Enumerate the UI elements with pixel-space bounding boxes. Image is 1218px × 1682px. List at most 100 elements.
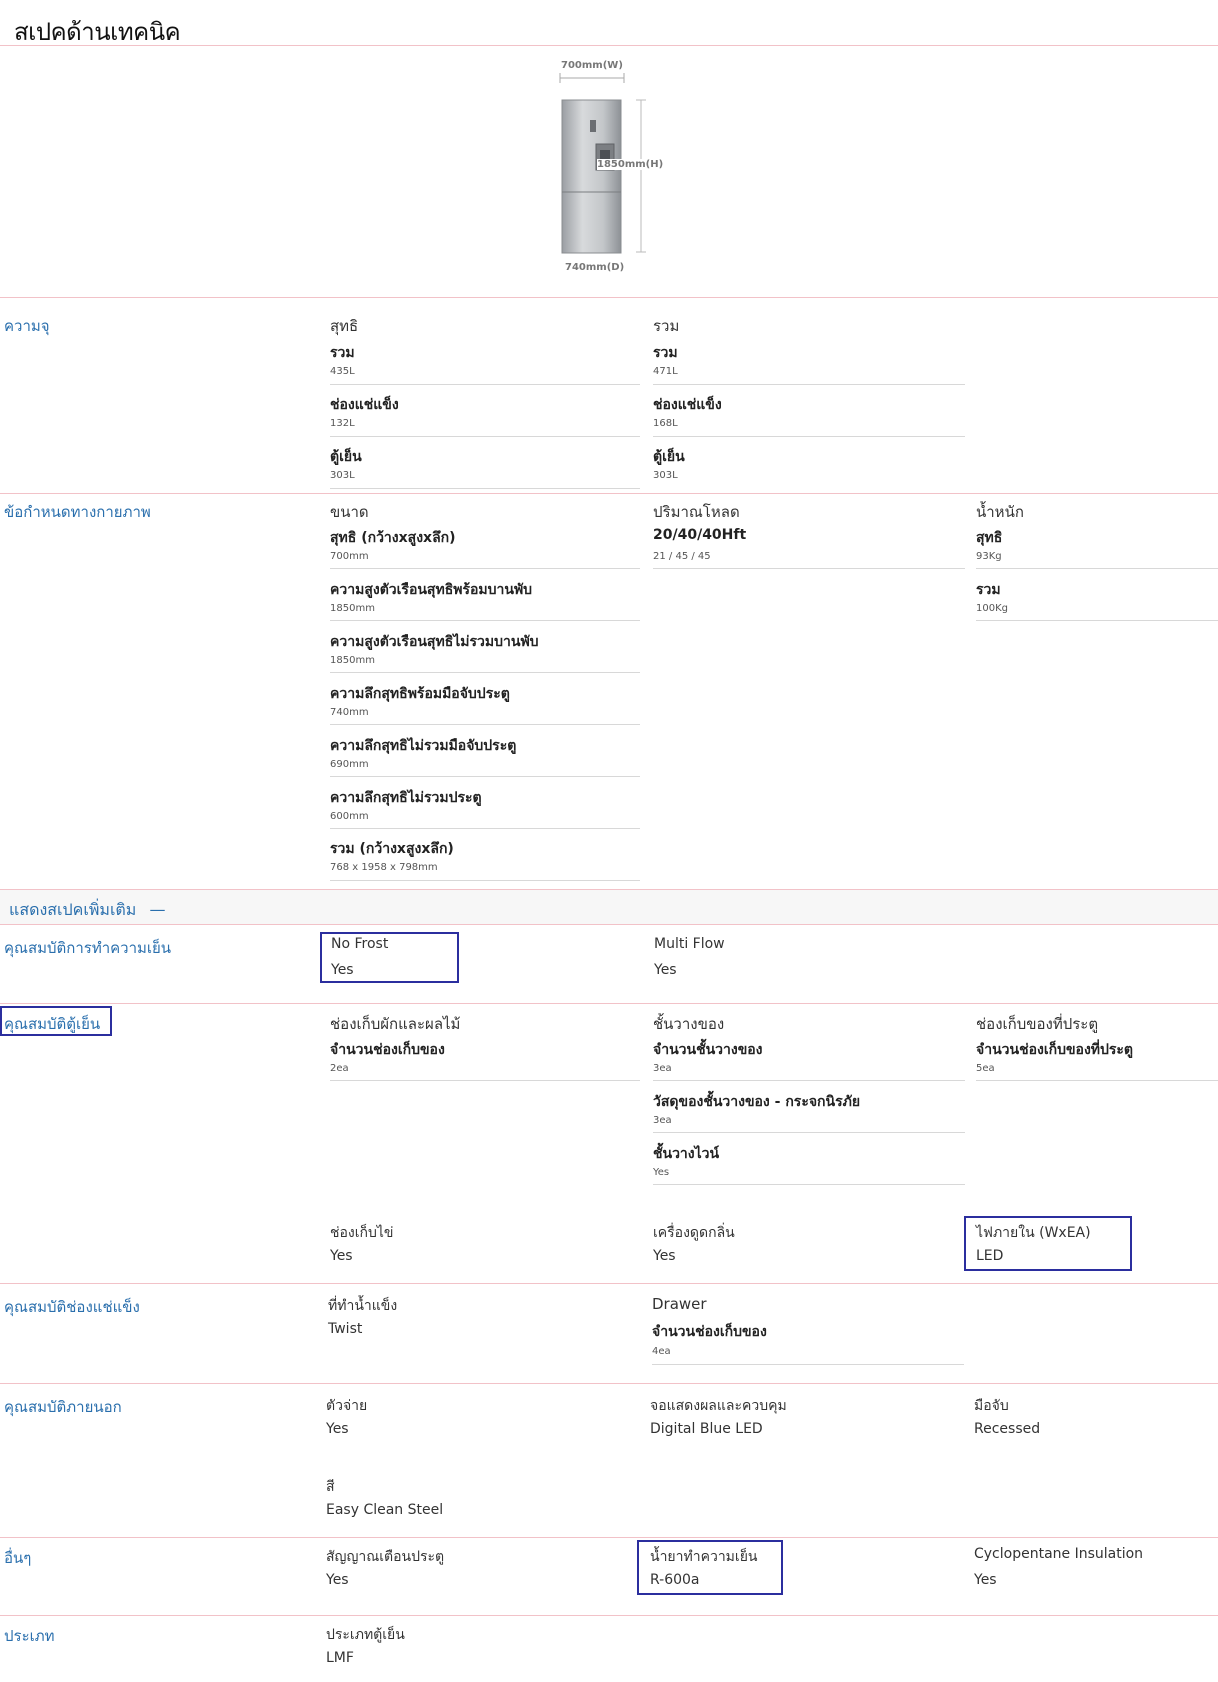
spec-name: ความสูงตัวเรือนสุทธิไม่รวมบานพับ [330, 634, 539, 650]
drawer-heading: Drawer [652, 1295, 707, 1313]
freezer-features-label: คุณสมบัติช่องแช่แข็ง [4, 1298, 140, 1316]
highlight-box [637, 1540, 783, 1595]
weight-heading: น้ำหนัก [976, 503, 1024, 521]
spec-name: ที่ทำน้ำแข็ง [328, 1298, 398, 1314]
spec-name: เครื่องดูดกลิ่น [653, 1225, 735, 1241]
spec-value: 4ea [652, 1346, 671, 1357]
show-more-specs-toggle[interactable]: แสดงสเปคเพิ่มเติม — [9, 898, 165, 923]
divider [330, 1080, 640, 1081]
divider [0, 1537, 1218, 1538]
spec-name: มือจับ [974, 1398, 1009, 1414]
spec-value: 2ea [330, 1063, 349, 1074]
spec-name: ช่องแช่แข็ง [330, 397, 399, 413]
spec-value: Twist [328, 1321, 363, 1337]
spec-name: จำนวนชั้นวางของ [653, 1042, 763, 1058]
spec-name: รวม (กว้างxสูงxลึก) [330, 841, 454, 857]
spec-name: ความสูงตัวเรือนสุทธิพร้อมบานพับ [330, 582, 533, 598]
divider [0, 493, 1218, 494]
divider [0, 297, 1218, 298]
divider [0, 1615, 1218, 1616]
spec-value: Yes [326, 1421, 349, 1437]
shelf-heading: ชั้นวางของ [653, 1015, 725, 1033]
spec-value: Recessed [974, 1421, 1041, 1437]
spec-name: สุทธิ (กว้างxสูงxลึก) [330, 530, 456, 546]
spec-value: 303L [330, 470, 355, 481]
spec-name: จำนวนช่องเก็บของ [330, 1042, 445, 1058]
fridge-drawing [559, 73, 646, 254]
spec-name: รวม [330, 345, 355, 361]
physical-label: ข้อกำหนดทางกายภาพ [4, 503, 151, 521]
spec-name: ช่องแช่แข็ง [653, 397, 722, 413]
spec-value: 700mm [330, 551, 369, 562]
spec-name: สุทธิ [976, 530, 1003, 546]
divider [653, 1132, 965, 1133]
width-label: 700mm(W) [561, 60, 623, 71]
divider [653, 568, 965, 569]
spec-value: Yes [653, 1167, 670, 1178]
spec-value: 5ea [976, 1063, 995, 1074]
divider [0, 1003, 1218, 1004]
cooling-label: คุณสมบัติการทำความเย็น [4, 939, 172, 957]
spec-name: รวม [653, 345, 678, 361]
divider [0, 924, 1218, 925]
spec-name: จอแสดงผลและควบคุม [650, 1398, 787, 1414]
divider [330, 828, 640, 829]
highlight-box [964, 1216, 1132, 1271]
spec-value: 690mm [330, 759, 369, 770]
capacity-label: ความจุ [4, 317, 50, 335]
spec-value: 740mm [330, 707, 369, 718]
height-label: 1850mm(H) [597, 159, 664, 170]
highlight-box [0, 1006, 112, 1036]
divider [330, 672, 640, 673]
divider [0, 1283, 1218, 1284]
divider [976, 1080, 1218, 1081]
divider [0, 1383, 1218, 1384]
spec-name: ความลึกสุทธิไม่รวมประตู [330, 790, 482, 806]
spec-name: ประเภทตู้เย็น [326, 1627, 405, 1643]
divider [330, 620, 640, 621]
spec-value: 303L [653, 470, 678, 481]
collapse-icon: — [149, 900, 166, 919]
divider [653, 384, 965, 385]
spec-value: 1850mm [330, 655, 375, 666]
spec-value: Easy Clean Steel [326, 1502, 444, 1518]
show-more-specs-label: แสดงสเปคเพิ่มเติม [9, 900, 137, 919]
highlight-box [320, 932, 459, 983]
spec-name: สัญญาณเตือนประตู [326, 1549, 445, 1565]
exterior-features-label: คุณสมบัติภายนอก [4, 1398, 122, 1416]
other-label: อื่นๆ [4, 1549, 32, 1567]
spec-value: 3ea [653, 1115, 672, 1126]
spec-value: 471L [653, 366, 678, 377]
spec-name: สี [326, 1479, 335, 1495]
show-more-specs-bar[interactable] [0, 890, 1218, 924]
spec-name: 20/40/40Hft [653, 527, 747, 543]
spec-name: วัสดุของชั้นวางของ - กระจกนิรภัย [653, 1094, 861, 1110]
spec-value: 93Kg [976, 551, 1002, 562]
divider [330, 724, 640, 725]
spec-name: ความลึกสุทธิพร้อมมือจับประตู [330, 686, 510, 702]
spec-value: 435L [330, 366, 355, 377]
veg-heading: ช่องเก็บผักและผลไม้ [330, 1015, 461, 1033]
door-heading: ช่องเก็บของที่ประตู [976, 1015, 1099, 1033]
spec-name: ช่องเก็บไข่ [330, 1225, 394, 1241]
spec-value: Yes [330, 1248, 353, 1264]
spec-value: 768 x 1958 x 798mm [330, 862, 438, 873]
divider [653, 436, 965, 437]
depth-label: 740mm(D) [565, 262, 625, 273]
spec-name: ความลึกสุทธิไม่รวมมือจับประตู [330, 738, 517, 754]
divider [330, 488, 640, 489]
divider [0, 45, 1218, 46]
divider [330, 384, 640, 385]
spec-value: Yes [974, 1572, 997, 1588]
divider [652, 1364, 964, 1365]
divider [330, 880, 640, 881]
load-heading: ปริมาณโหลด [653, 503, 740, 521]
divider [330, 436, 640, 437]
divider [976, 568, 1218, 569]
spec-name: จำนวนช่องเก็บของที่ประตู [976, 1042, 1134, 1058]
spec-name: ตู้เย็น [653, 449, 685, 465]
spec-value: LMF [326, 1650, 354, 1666]
spec-name: Multi Flow [654, 936, 725, 952]
spec-value: 1850mm [330, 603, 375, 614]
divider [653, 1080, 965, 1081]
